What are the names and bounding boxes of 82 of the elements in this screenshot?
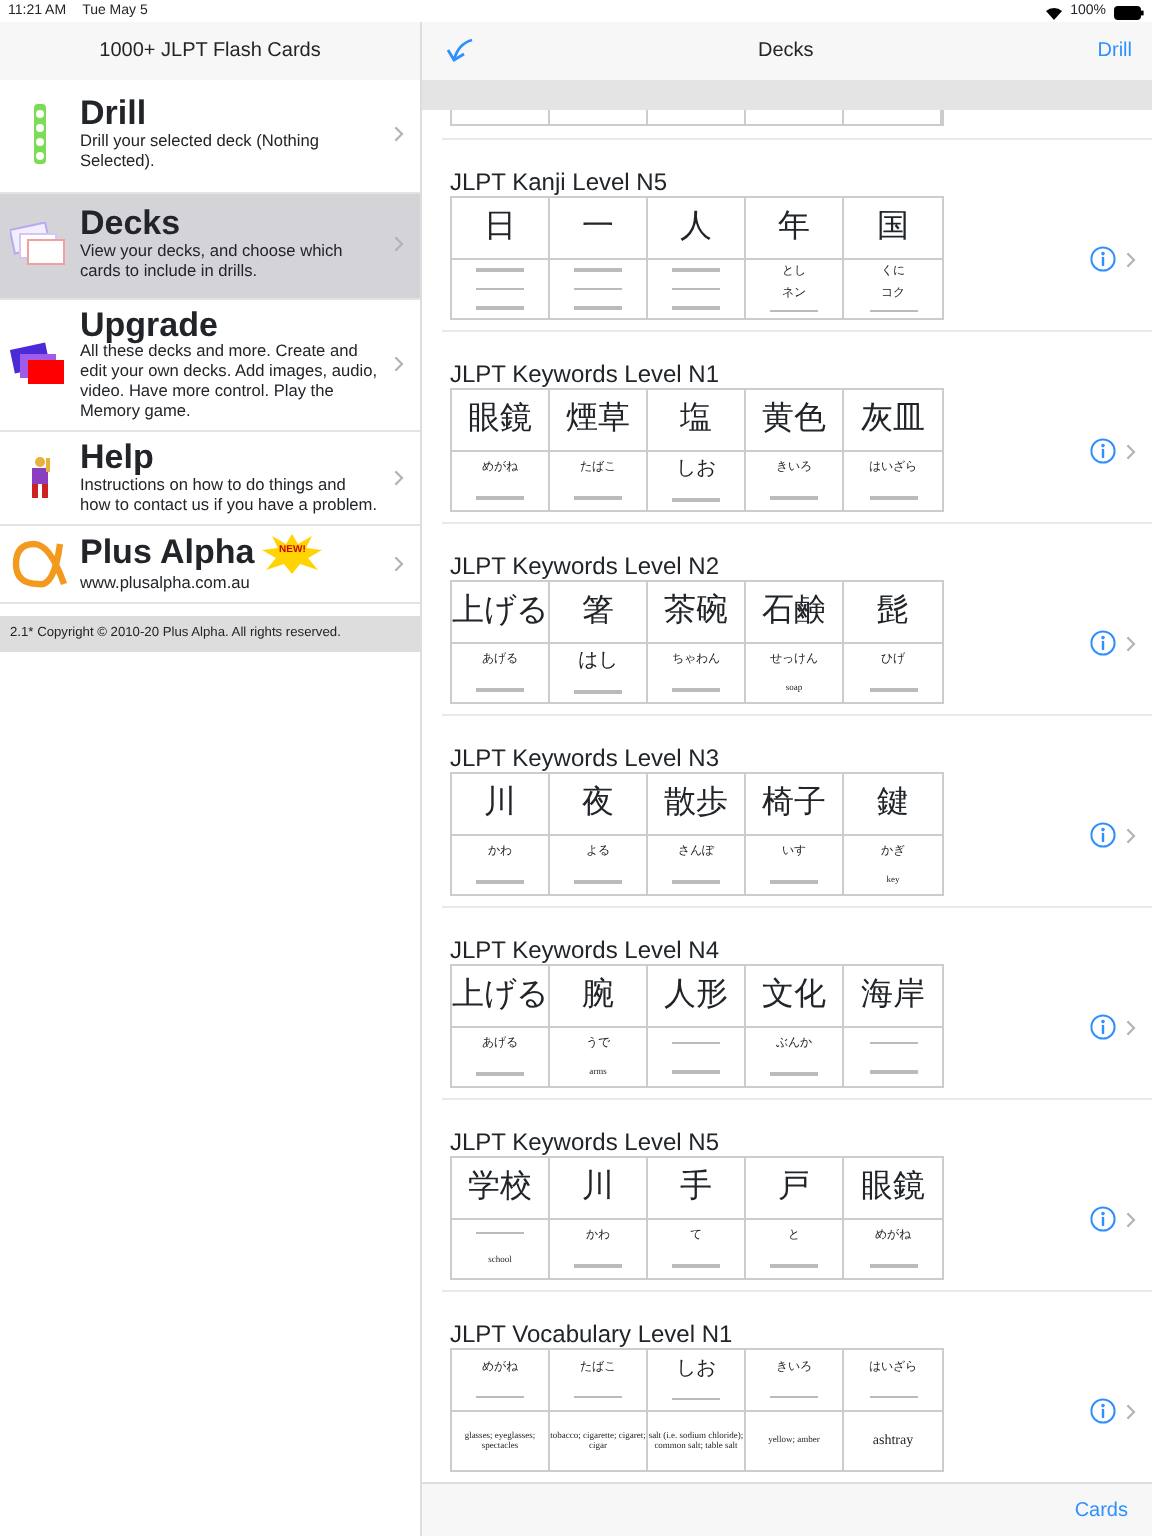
item-description: www.plusalpha.com.au [80, 573, 252, 594]
info-icon[interactable] [1090, 1014, 1116, 1040]
card-text: 人形 [664, 980, 728, 1012]
card-text: 黄色 [762, 404, 826, 436]
card-text: 日 [484, 212, 516, 244]
chevron-icon [394, 235, 404, 252]
card-text: 鍵 [877, 788, 909, 820]
card-text: 椅子 [762, 788, 826, 820]
item-description: All these decks and more. Create and edit your own decks. Add images, audio, video. Have more control. Play the Memory game. [80, 342, 380, 423]
card-text: しお [676, 460, 716, 481]
deck-title: JLPT Kanji Level N5 [450, 170, 670, 194]
chevron-icon [1126, 443, 1136, 459]
card-text: 戸 [778, 1172, 810, 1204]
card-text: 川 [484, 788, 516, 820]
deck-title: JLPT Keywords Level N4 [450, 938, 722, 962]
card-text: 石鹸 [762, 596, 826, 628]
card-text: 国 [877, 212, 909, 244]
chevron-icon [1126, 1403, 1136, 1419]
chevron-icon [1126, 1019, 1136, 1035]
item-title: Upgrade [80, 305, 218, 343]
info-icon[interactable] [1090, 630, 1116, 656]
chevron-icon [1126, 827, 1136, 843]
card-text: 人 [680, 212, 712, 244]
info-icon[interactable] [1090, 822, 1116, 848]
info-icon[interactable] [1090, 246, 1116, 272]
wifi-icon [1046, 5, 1063, 19]
cards-icon [10, 342, 70, 387]
drill-icon [30, 103, 50, 164]
menu-item[interactable]: Decks View your decks, and choose which cards to include in drills. [0, 193, 420, 299]
chevron-icon [394, 356, 404, 373]
card-text: 年 [778, 212, 810, 244]
sidebar-title: 1000+ JLPT Flash Cards [99, 38, 321, 66]
card-text: 上げる [452, 980, 548, 1012]
card-text: 手 [680, 1172, 712, 1204]
info-icon[interactable] [1090, 1206, 1116, 1232]
deck-title: JLPT Keywords Level N5 [450, 1130, 722, 1154]
chevron-icon [1126, 1211, 1136, 1227]
card-text: 眼鏡 [468, 404, 532, 436]
menu-item[interactable]: Upgrade All these decks and more. Create and edit your own decks. Add images, audio, video. Have more control. Play the Memory game. [0, 299, 420, 433]
chevron-icon [394, 470, 404, 487]
deck-title: JLPT Keywords Level N3 [450, 746, 722, 770]
chevron-icon [394, 125, 404, 142]
nav-title: Decks [755, 38, 816, 66]
info-icon[interactable] [1090, 438, 1116, 464]
back-arrow-icon[interactable] [446, 36, 474, 66]
item-description: View your decks, and choose which cards to include in drills. [80, 241, 345, 281]
info-icon[interactable] [1090, 1398, 1116, 1424]
card-text: 夜 [582, 788, 614, 820]
figure-icon [26, 456, 54, 501]
card-text: 茶碗 [664, 596, 728, 628]
card-text: 散歩 [664, 788, 728, 820]
item-title: Decks [80, 203, 181, 242]
item-title: Drill [80, 94, 147, 132]
cards-icon [10, 221, 70, 266]
chevron-icon [394, 555, 404, 572]
item-title: Plus Alpha [80, 532, 255, 571]
card-text: 川 [582, 1172, 614, 1204]
deck-title: JLPT Keywords Level N2 [450, 554, 722, 578]
card-text: はし [578, 652, 618, 673]
card-text: 煙草 [566, 404, 630, 436]
card-text: 上げる [452, 596, 548, 628]
item-title: Help [80, 438, 154, 477]
card-text: しお [676, 1359, 716, 1380]
item-description: Instructions on how to do things and how to contact us if you have a problem. [80, 476, 380, 516]
card-text: 眼鏡 [861, 1172, 925, 1204]
deck-title: JLPT Keywords Level N1 [450, 362, 722, 386]
deck-title: JLPT Vocabulary Level N1 [450, 1322, 735, 1346]
chevron-icon [1126, 251, 1136, 267]
card-text: 塩 [680, 404, 712, 436]
item-description: Drill your selected deck (Nothing Selected). [80, 131, 321, 172]
card-text: 一 [582, 212, 614, 244]
card-text: 箸 [582, 596, 614, 628]
battery-icon [1114, 5, 1144, 19]
chevron-icon [1126, 635, 1136, 651]
card-text: 学校 [468, 1172, 532, 1204]
card-text: 海岸 [861, 980, 925, 1012]
card-text: 腕 [582, 980, 614, 1012]
card-text: 灰皿 [861, 404, 925, 436]
card-text: 髭 [877, 596, 909, 628]
card-text: 文化 [762, 980, 826, 1012]
menu-item[interactable]: Help Instructions on how to do things and how to contact us if you have a problem. [0, 432, 420, 526]
alpha-icon [10, 537, 70, 590]
